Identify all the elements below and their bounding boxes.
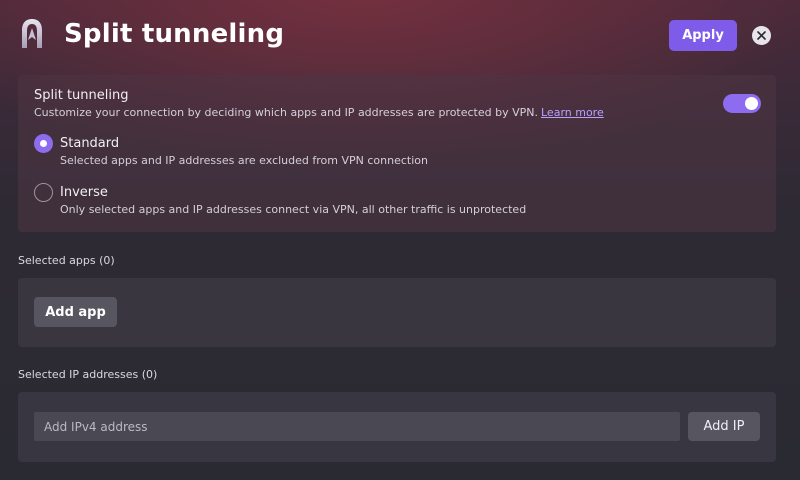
ipv4-address-input[interactable] xyxy=(34,412,680,441)
add-app-button[interactable]: Add app xyxy=(34,297,117,327)
split-tunneling-title: Split tunneling xyxy=(34,88,129,103)
close-button[interactable] xyxy=(752,26,771,45)
option-inverse-title[interactable]: Inverse xyxy=(60,185,108,200)
add-ip-button[interactable]: Add IP xyxy=(688,412,760,441)
split-tunneling-description: Customize your connection by deciding wh… xyxy=(34,106,604,119)
page-title: Split tunneling xyxy=(64,19,285,49)
close-icon xyxy=(757,31,766,40)
option-standard-title[interactable]: Standard xyxy=(60,136,119,151)
split-tunneling-toggle[interactable] xyxy=(723,94,761,113)
radio-inverse[interactable] xyxy=(34,183,53,202)
radio-standard[interactable] xyxy=(34,134,53,153)
vpn-logo-icon xyxy=(22,19,42,48)
selected-ip-label: Selected IP addresses (0) xyxy=(18,368,158,381)
toggle-knob xyxy=(745,97,758,110)
selected-apps-card: Add app xyxy=(18,278,776,347)
split-tunneling-card: Split tunneling Customize your connectio… xyxy=(18,75,776,232)
selected-ip-card: Add IP xyxy=(18,392,776,462)
selected-apps-label: Selected apps (0) xyxy=(18,254,115,267)
split-tunneling-description-text: Customize your connection by deciding wh… xyxy=(34,106,538,119)
learn-more-link[interactable]: Learn more xyxy=(541,106,604,119)
apply-button[interactable]: Apply xyxy=(669,20,737,51)
option-inverse-description: Only selected apps and IP addresses conn… xyxy=(60,203,527,216)
option-standard-description: Selected apps and IP addresses are exclu… xyxy=(60,154,428,167)
header: Split tunneling Apply xyxy=(0,0,800,72)
